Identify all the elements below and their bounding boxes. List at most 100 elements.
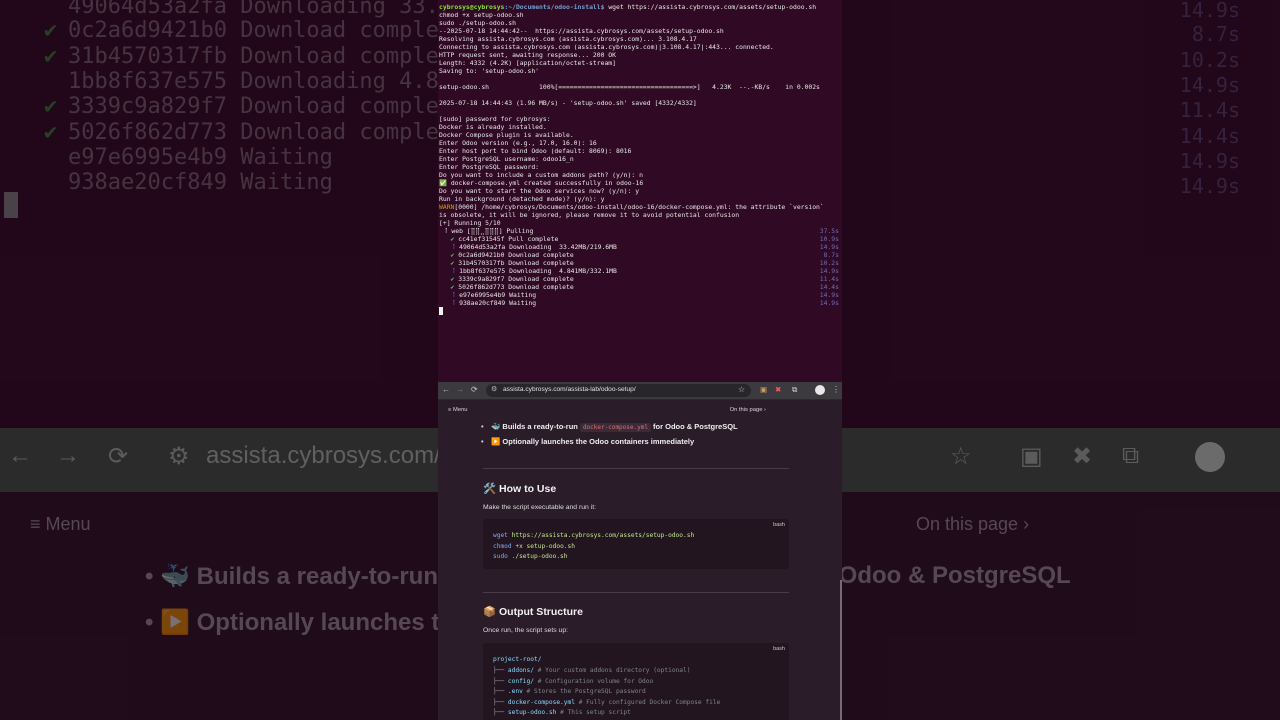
code-args: https://assista.cybrosys.com/assets/setu… [507, 532, 695, 539]
tree-comment: # Fully configured Docker Compose file [574, 699, 721, 706]
address-bar[interactable]: ⚙ assista.cybrosys.com/assista-lab/odoo-… [486, 384, 751, 397]
terminal-warn-line: WARN[0000] /home/cybrosys/Documents/odoo… [439, 203, 842, 211]
code-line: ├── docker-compose.yml # Fully configure… [493, 699, 720, 706]
extension-icon[interactable]: ▣ [760, 385, 767, 394]
code-line: chmod +x setup-odoo.sh [493, 543, 575, 550]
code-line: project-root/ [493, 656, 542, 663]
layer-time: 11.4s [819, 275, 839, 283]
terminal-layer-line: ✔ 0c2a6d9421b0 Download complete 8.7s [439, 251, 842, 259]
terminal-line: 2025-07-18 14:44:43 (1.96 MB/s) - 'setup… [439, 99, 697, 107]
tree-name: .env [507, 688, 523, 695]
layer-id: 5026f862d773 [458, 283, 505, 291]
forward-arrow-icon[interactable]: → [456, 385, 464, 395]
browser-window: ← → ⟳ ⚙ assista.cybrosys.com/assista-lab… [438, 382, 842, 720]
extension-icon[interactable]: ✖ [775, 385, 781, 394]
layer-status: Waiting [509, 299, 537, 307]
layer-id: 49064d53a2fa [459, 243, 506, 251]
warn-tag: WARN [439, 203, 455, 211]
tree-comment: # This setup script [556, 709, 631, 716]
back-arrow-icon[interactable]: ← [442, 385, 450, 395]
terminal-line: Enter host port to bind Odoo (default: 8… [439, 147, 632, 155]
page-scrollbar[interactable] [840, 580, 842, 720]
terminal-line: Do you want to start the Odoo services n… [439, 187, 640, 195]
menu-button[interactable]: ≡ Menu [448, 407, 468, 413]
code-block[interactable]: bash project-root/ ├── addons/ # Your cu… [483, 643, 789, 720]
terminal-line: Enter Odoo version (e.g., 17.0, 16.0): 1… [439, 139, 597, 147]
code-line: ├── config/ # Configuration volume for O… [493, 678, 653, 685]
layer-id: cc41ef31545f [458, 235, 505, 243]
bookmark-star-icon[interactable]: ☆ [738, 385, 745, 394]
section-heading-how-to-use: 🛠️ How to Use [483, 483, 557, 495]
layer-id: 3339c9a829f7 [458, 275, 505, 283]
prompt-user: cybrosys@cybrosys [439, 3, 505, 11]
layer-status: Downloading 4.841MB/332.1MB [509, 267, 617, 275]
terminal-layer-line: ✔ 3339c9a829f7 Download complete 11.4s [439, 275, 842, 283]
extensions-puzzle-icon[interactable]: ⧉ [792, 385, 797, 395]
terminal-line: Docker Compose plugin is available. [439, 131, 574, 139]
reload-icon[interactable]: ⟳ [471, 385, 478, 395]
menu-label: Menu [453, 407, 468, 413]
complete-check-icon: ✔ [450, 275, 455, 283]
terminal-layer-line: ⠸ 938ae20cf849 Waiting 14.9s [439, 299, 842, 307]
layer-status: Download complete [508, 259, 574, 267]
play-icon: ▶️ [491, 437, 501, 446]
terminal-line: HTTP request sent, awaiting response... … [439, 51, 616, 59]
divider [483, 468, 789, 469]
code-line: wget https://assista.cybrosys.com/assets… [493, 532, 694, 539]
layer-time: 10.9s [819, 235, 839, 243]
tree-comment: # Your custom addons directory (optional… [533, 667, 691, 674]
terminal-layer-line: ⠸ 1bb8f637e575 Downloading 4.841MB/332.1… [439, 267, 842, 275]
complete-check-icon: ✔ [450, 251, 455, 259]
tree-comment: # Configuration volume for Odoo [533, 678, 654, 685]
layer-id: e97e6995e4b9 [459, 291, 506, 299]
docs-page: ≡ Menu On this page › 🐳 Builds a ready-t… [438, 400, 842, 720]
terminal-line: Enter PostgreSQL password: [439, 163, 540, 171]
terminal-line: Connecting to assista.cybrosys.com (assi… [439, 43, 774, 51]
section-heading-output-structure: 📦 Output Structure [483, 606, 583, 618]
layer-id: 0c2a6d9421b0 [458, 251, 505, 259]
layer-status: Waiting [509, 291, 537, 299]
code-language-label: bash [773, 522, 785, 528]
video-frame: cybrosys@cybrosys:~/Documents/odoo-insta… [438, 0, 842, 720]
code-args: +x setup-odoo.sh [511, 543, 575, 550]
prompt-command: wget https://assista.cybrosys.com/assets… [604, 3, 817, 11]
layer-time: 14.9s [819, 267, 839, 275]
hamburger-icon: ≡ [448, 407, 452, 413]
code-block[interactable]: bash wget https://assista.cybrosys.com/a… [483, 519, 789, 569]
terminal-progress-line: setup-odoo.sh 100%[=====================… [439, 83, 820, 91]
spinner-icon: ⠸ [450, 267, 456, 275]
terminal-line: Run in background (detached mode)? (y/n)… [439, 195, 605, 203]
list-item: ▶️ Optionally launches the Odoo containe… [481, 437, 738, 452]
bullet-text: Optionally launches the Odoo containers … [500, 437, 695, 446]
terminal-line: sudo ./setup-odoo.sh [439, 19, 516, 27]
bullet-text: Builds a ready-to-run [500, 422, 580, 431]
code-command: wget [493, 532, 508, 539]
site-settings-icon[interactable]: ⚙ [491, 385, 497, 393]
profile-avatar[interactable] [815, 385, 825, 395]
terminal-window[interactable]: cybrosys@cybrosys:~/Documents/odoo-insta… [438, 0, 842, 382]
on-this-page-button[interactable]: On this page › [730, 407, 766, 413]
url-text: assista.cybrosys.com/assista-lab/odoo-se… [503, 386, 636, 393]
kebab-menu-icon[interactable]: ⋮ [832, 385, 840, 395]
terminal-line: --2025-07-18 14:44:42-- https://assista.… [439, 27, 724, 35]
terminal-layer-line: ✔ cc41ef31545f Pull complete 10.9s [439, 235, 842, 243]
terminal-line: Length: 4332 (4.2K) [application/octet-s… [439, 59, 616, 67]
tree-branch: ├── [493, 688, 508, 695]
code-command: sudo [493, 553, 508, 560]
divider [483, 592, 789, 593]
layer-time: 10.2s [819, 259, 839, 267]
tree-name: setup-odoo.sh [507, 709, 557, 716]
section-description: Once run, the script sets up: [483, 627, 569, 634]
layer-status: Download complete [508, 251, 574, 259]
terminal-web-line: ⠸ web [⣿⣿⣀⣿⣿⣿] Pulling 37.5s [439, 227, 842, 235]
tree-branch: ├── [493, 667, 508, 674]
whale-icon: 🐳 [491, 422, 501, 431]
layer-id: 938ae20cf849 [459, 299, 506, 307]
terminal-line: Resolving assista.cybrosys.com (assista.… [439, 35, 697, 43]
code-line: ├── .env # Stores the PostgreSQL passwor… [493, 688, 646, 695]
complete-check-icon: ✔ [450, 283, 455, 291]
browser-toolbar: ← → ⟳ ⚙ assista.cybrosys.com/assista-lab… [438, 382, 842, 400]
tree-branch: ├── [493, 699, 508, 706]
